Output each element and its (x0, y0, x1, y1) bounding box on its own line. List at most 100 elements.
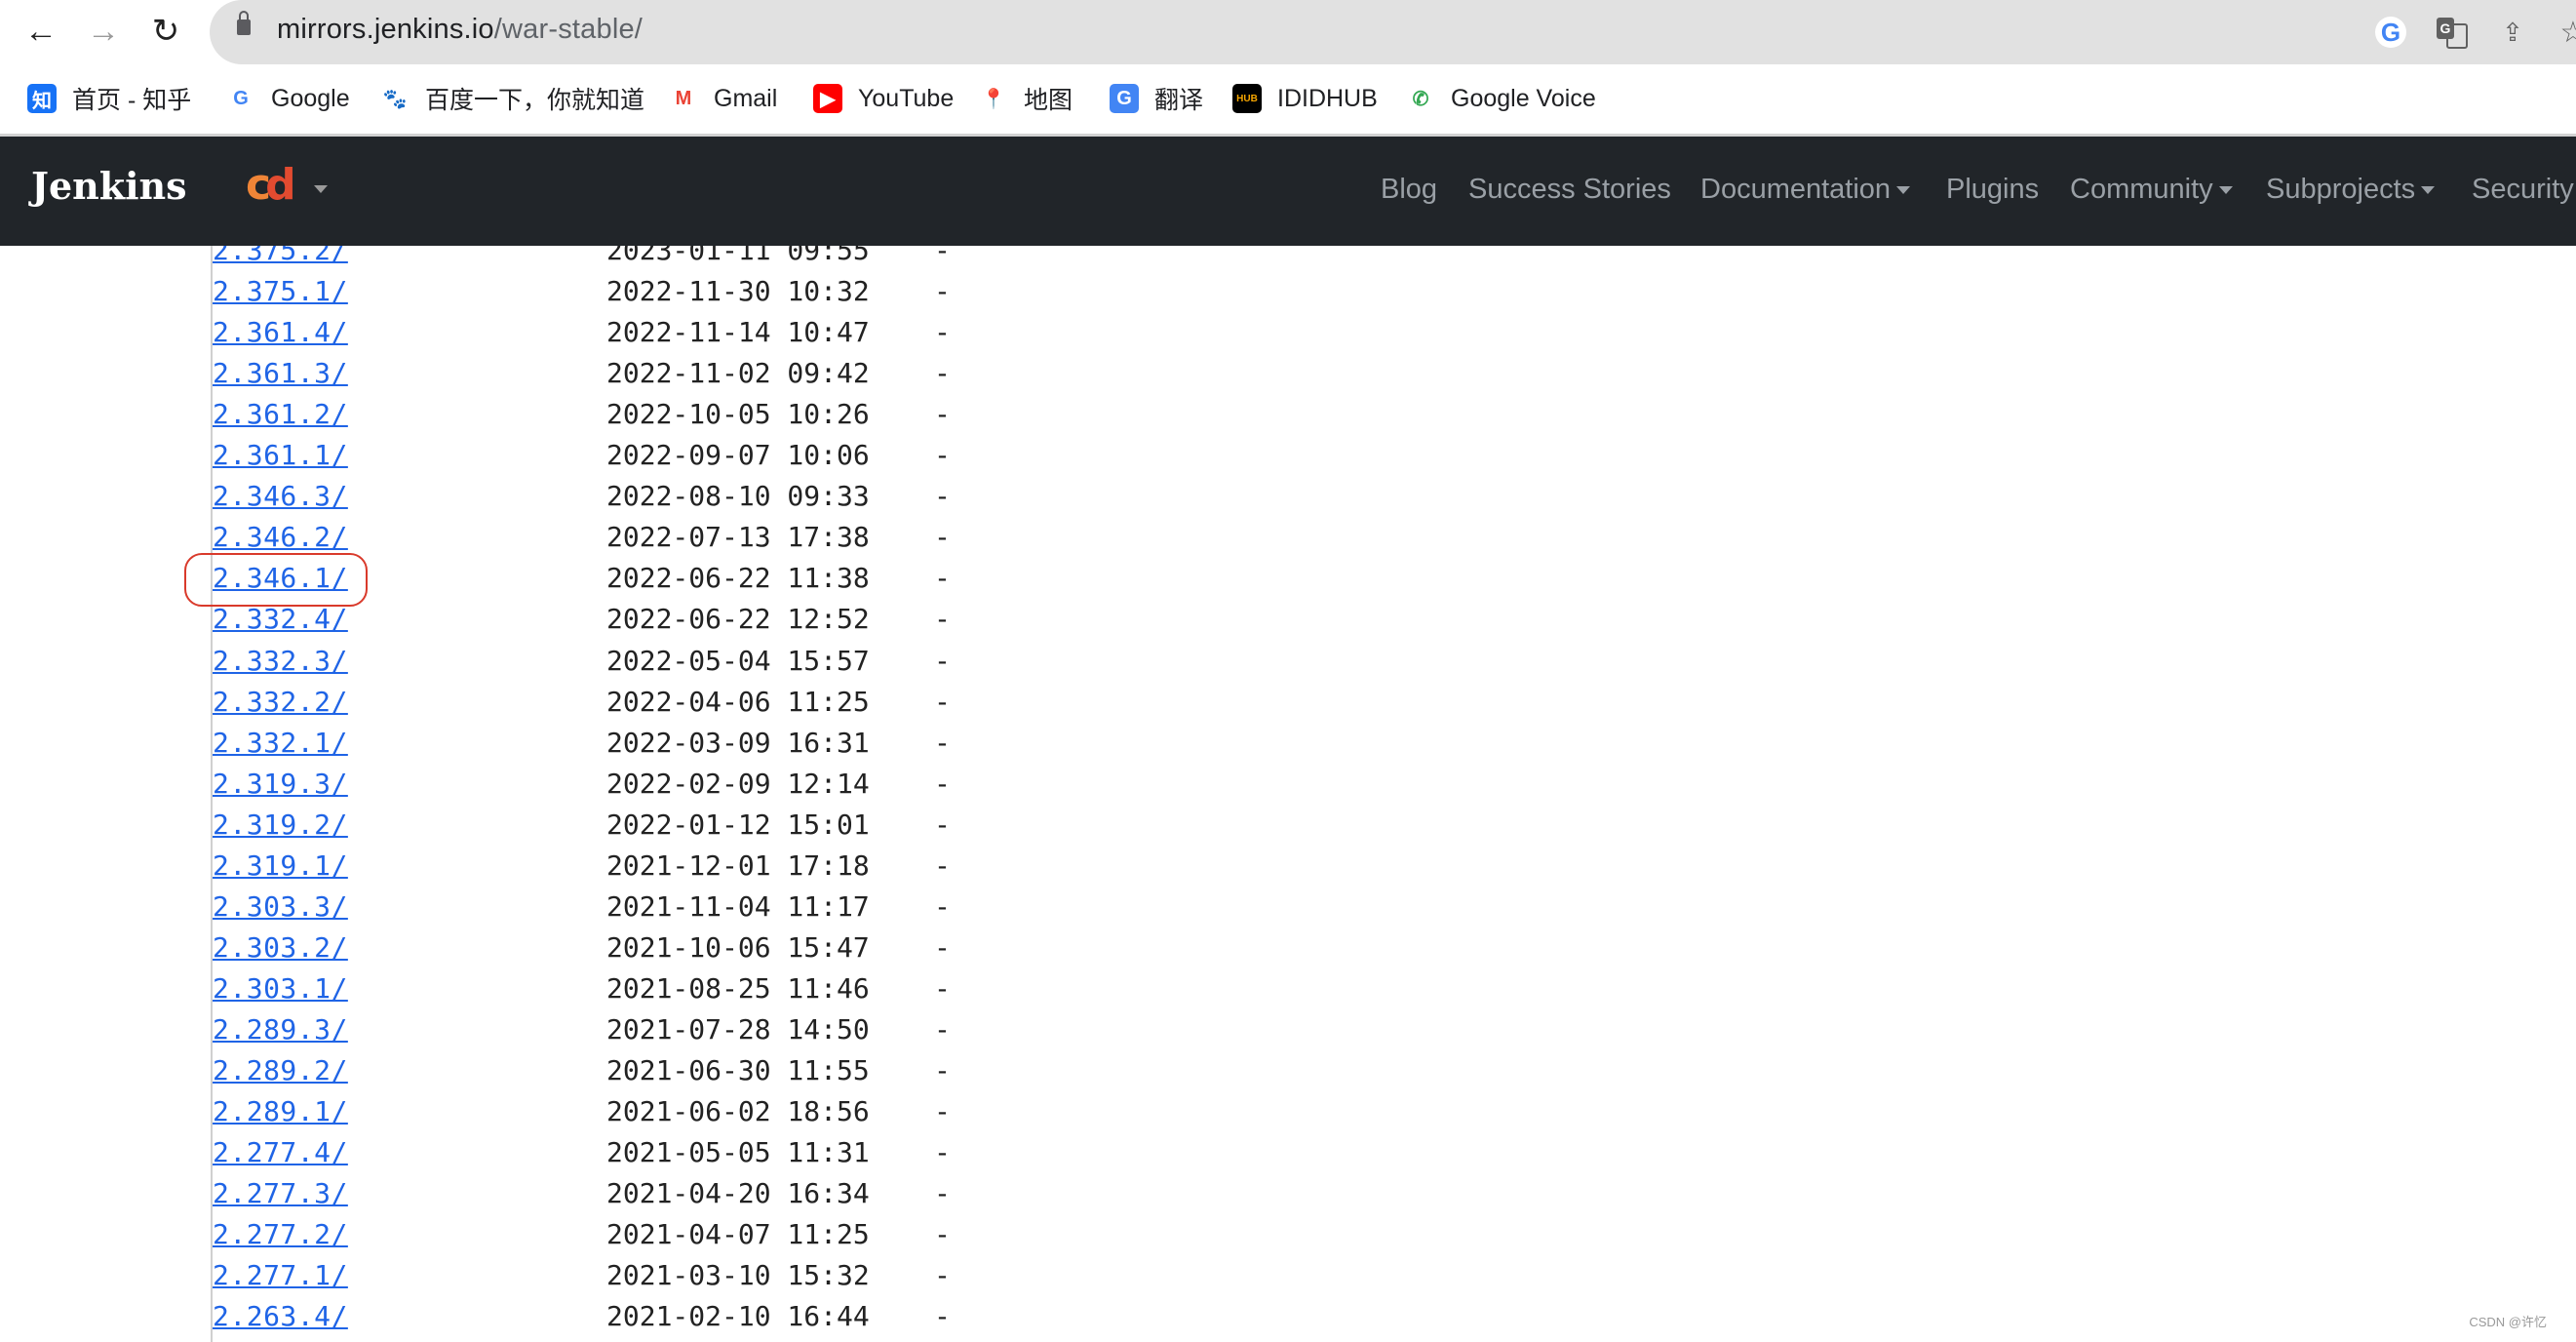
version-link[interactable]: 2.346.1/ (213, 562, 348, 594)
version-link[interactable]: 2.332.2/ (213, 686, 348, 718)
bookmark-item[interactable]: HUB IDIDHUB (1232, 82, 1378, 115)
listing-row: 2.361.1/2022-09-07 10:06 - (0, 439, 1073, 480)
version-link[interactable]: 2.319.1/ (213, 849, 348, 882)
bookmark-item[interactable]: ▶ YouTube (813, 82, 954, 115)
version-link[interactable]: 2.277.2/ (213, 1218, 348, 1250)
modified-date: 2022-11-02 09:42 (606, 357, 870, 390)
cd-dropdown-caret-icon[interactable] (314, 185, 328, 193)
caret-down-icon (1896, 185, 1911, 194)
listing-row: 2.289.1/2021-06-02 18:56 - (0, 1095, 1073, 1136)
bookmark-item[interactable]: 🐾 百度一下，你就知道 (380, 82, 644, 115)
bookmark-label: Gmail (714, 84, 778, 112)
bookmark-favicon-icon: ✆ (1406, 84, 1435, 113)
bookmark-label: IDIDHUB (1277, 84, 1378, 112)
file-size: - (934, 1054, 951, 1086)
listing-row: 2.319.1/2021-12-01 17:18 - (0, 849, 1073, 890)
bookmark-item[interactable]: M Gmail (669, 82, 777, 115)
listing-row: 2.346.3/2022-08-10 09:33 - (0, 480, 1073, 521)
google-lens-icon[interactable]: G (2375, 17, 2406, 48)
listing-row: 2.277.4/2021-05-05 11:31 - (0, 1136, 1073, 1177)
listing-row: 2.263.4/2021-02-10 16:44 - (0, 1300, 1073, 1341)
version-link[interactable]: 2.346.2/ (213, 521, 348, 553)
back-button[interactable]: ← (21, 12, 60, 51)
cd-logo-d: d (265, 160, 295, 210)
nav-label: Blog (1381, 174, 1438, 205)
nav-item-success-stories[interactable]: Success Stories (1468, 174, 1671, 206)
version-link[interactable]: 2.263.4/ (213, 1300, 348, 1332)
version-link[interactable]: 2.289.1/ (213, 1095, 348, 1127)
forward-button[interactable]: → (84, 12, 123, 51)
listing-row: 2.289.2/2021-06-30 11:55 - (0, 1054, 1073, 1095)
listing-row: 2.303.3/2021-11-04 11:17 - (0, 890, 1073, 931)
version-link[interactable]: 2.303.1/ (213, 972, 348, 1005)
modified-date: 2022-09-07 10:06 (606, 439, 870, 472)
cd-foundation-logo[interactable]: cd (246, 160, 295, 210)
version-link[interactable]: 2.375.1/ (213, 275, 348, 307)
modified-date: 2021-02-10 16:44 (606, 1300, 870, 1333)
version-link[interactable]: 2.303.3/ (213, 890, 348, 923)
version-link[interactable]: 2.375.2/ (213, 246, 348, 266)
watermark: CSDN @许忆 (2469, 1315, 2547, 1329)
bookmark-star-icon[interactable]: ☆ (2556, 16, 2576, 49)
version-link[interactable]: 2.319.2/ (213, 809, 348, 841)
listing-row: 2.332.2/2022-04-06 11:25 - (0, 686, 1073, 727)
modified-date: 2022-05-04 15:57 (606, 644, 870, 677)
version-link[interactable]: 2.303.2/ (213, 931, 348, 964)
modified-date: 2021-06-02 18:56 (606, 1095, 870, 1128)
url-text[interactable]: mirrors.jenkins.io/war-stable/ (277, 14, 643, 46)
nav-item-blog[interactable]: Blog (1381, 174, 1437, 206)
share-icon[interactable]: ⇪ (2496, 16, 2529, 49)
listing-row: 2.346.1/2022-06-22 11:38 - (0, 562, 1073, 603)
nav-item-documentation[interactable]: Documentation (1700, 174, 1911, 206)
lock-icon[interactable] (237, 11, 251, 35)
bookmark-label: 首页 - 知乎 (72, 87, 192, 114)
version-link[interactable]: 2.277.3/ (213, 1177, 348, 1209)
version-link[interactable]: 2.361.2/ (213, 398, 348, 430)
bookmark-item[interactable]: ✆ Google Voice (1406, 82, 1596, 115)
modified-date: 2022-10-05 10:26 (606, 398, 870, 431)
jenkins-logo[interactable]: Jenkins (31, 164, 187, 208)
nav-item-community[interactable]: Community (2070, 174, 2233, 206)
modified-date: 2021-04-20 16:34 (606, 1177, 870, 1210)
bookmark-favicon-icon: M (669, 84, 698, 113)
file-size: - (934, 644, 951, 677)
directory-listing: 2.375.2/2023-01-11 09:55-2.375.1/2022-11… (0, 246, 2576, 1342)
modified-date: 2021-04-07 11:25 (606, 1218, 870, 1251)
version-link[interactable]: 2.361.4/ (213, 316, 348, 348)
bookmark-item[interactable]: G Google (226, 82, 350, 115)
version-link[interactable]: 2.277.1/ (213, 1259, 348, 1291)
file-size: - (934, 1095, 951, 1128)
url-domain: mirrors.jenkins.io (277, 14, 494, 45)
version-link[interactable]: 2.277.4/ (213, 1136, 348, 1168)
reload-button[interactable]: ↻ (146, 12, 185, 51)
bookmark-item[interactable]: 知首页 - 知乎 (27, 82, 191, 115)
version-link[interactable]: 2.289.3/ (213, 1013, 348, 1046)
version-link[interactable]: 2.361.3/ (213, 357, 348, 389)
version-link[interactable]: 2.346.3/ (213, 480, 348, 512)
bookmark-item[interactable]: G 翻译 (1110, 82, 1203, 115)
nav-item-subprojects[interactable]: Subprojects (2266, 174, 2436, 206)
version-link[interactable]: 2.289.2/ (213, 1054, 348, 1086)
translate-icon[interactable]: G (2435, 16, 2468, 49)
listing-row: 2.332.3/2022-05-04 15:57 - (0, 645, 1073, 686)
bookmark-item[interactable]: 📍 地图 (979, 82, 1073, 115)
file-size: - (934, 808, 951, 841)
bookmark-label: Google (271, 84, 350, 112)
version-link[interactable]: 2.332.1/ (213, 727, 348, 759)
caret-down-icon (2218, 185, 2233, 194)
nav-label: Security (2472, 174, 2574, 205)
nav-item-plugins[interactable]: Plugins (1946, 174, 2039, 206)
version-link[interactable]: 2.332.3/ (213, 645, 348, 677)
file-size: - (934, 439, 951, 472)
listing-row: 2.332.4/2022-06-22 12:52 - (0, 603, 1073, 644)
version-link[interactable]: 2.332.4/ (213, 603, 348, 635)
bookmark-favicon-icon: G (226, 84, 255, 113)
nav-item-security[interactable]: Security (2472, 174, 2574, 206)
version-link[interactable]: 2.319.3/ (213, 768, 348, 800)
version-link[interactable]: 2.361.1/ (213, 439, 348, 471)
file-size: - (934, 849, 951, 882)
file-size: - (934, 1300, 951, 1333)
modified-date: 2021-08-25 11:46 (606, 971, 870, 1005)
file-size: - (934, 398, 951, 431)
jenkins-navbar: Jenkins cd Blog Success Stories Documentat… (0, 137, 2576, 246)
